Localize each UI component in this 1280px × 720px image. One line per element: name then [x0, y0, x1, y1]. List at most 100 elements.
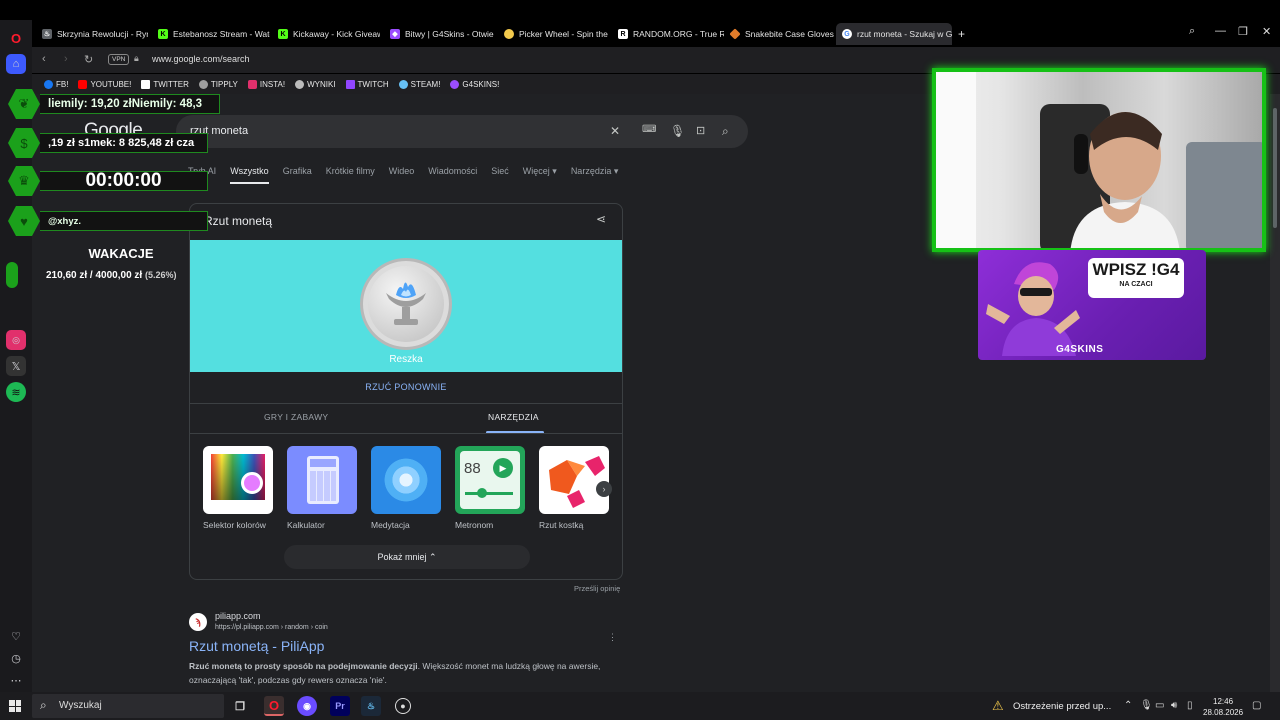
url-field[interactable]: www.google.com/search	[152, 54, 250, 64]
battery-icon[interactable]: ▯	[1187, 700, 1193, 711]
microphone-tray-icon[interactable]: 🎙︎	[1140, 700, 1153, 711]
tool-color-picker[interactable]: Selektor kolorów	[203, 446, 275, 530]
reload-icon[interactable]: ↻	[84, 53, 93, 66]
result-title-link[interactable]: Rzut monetą - PiliApp	[189, 638, 324, 654]
clear-icon[interactable]: ✕	[610, 124, 620, 138]
steam-taskbar-icon[interactable]: ♨	[361, 696, 381, 716]
nav-wiadomosci[interactable]: Wiadomości	[428, 166, 477, 182]
tab-google-search[interactable]: Grzut moneta - Szukaj w G	[836, 23, 952, 45]
result-more-icon[interactable]: ⋮	[608, 632, 617, 643]
coin-flip-card: Rzut monetą ⋖ Reszka RZUĆ PONOWNIE GRY I…	[189, 203, 623, 580]
result-url[interactable]: https://pl.piliapp.com › random › coin	[215, 624, 328, 631]
discord-icon[interactable]: ◉	[297, 696, 317, 716]
tool-label: Selektor kolorów	[203, 520, 266, 530]
taskbar-search[interactable]: ⌕ Wyszukaj	[32, 694, 224, 718]
task-view-icon[interactable]: ❐	[230, 696, 250, 716]
keyboard-icon[interactable]: ⌨	[642, 124, 656, 135]
instagram-icon[interactable]: ◎	[6, 330, 26, 350]
tab-random-org[interactable]: R RANDOM.ORG - True Ran	[612, 23, 724, 45]
bookmark-fb[interactable]: FB!	[44, 79, 68, 89]
tools-next-chevron-icon[interactable]: ›	[596, 481, 612, 497]
spotify-icon[interactable]: ≋	[6, 382, 26, 402]
tab-snakebite[interactable]: Snakebite Case Gloves - C	[724, 23, 836, 45]
back-icon[interactable]: ‹	[42, 53, 46, 65]
bookmark-insta[interactable]: INSTA!	[247, 79, 285, 89]
bookmark-steam[interactable]: STEAM!	[398, 79, 440, 89]
heart-icon[interactable]: ♡	[6, 626, 26, 646]
result-snippet: Rzuć monetą to prosty sposób na podejmow…	[189, 659, 619, 687]
history-icon[interactable]: ◷	[6, 648, 26, 668]
divider	[190, 403, 622, 404]
nav-narzedzia[interactable]: Narzędzia ▾	[571, 166, 619, 182]
opera-taskbar-icon[interactable]: O	[264, 696, 284, 716]
case-icon	[729, 28, 741, 40]
tool-metronome[interactable]: 88 ▶ Metronom	[455, 446, 527, 530]
vpn-badge[interactable]: VPN	[108, 54, 130, 65]
flip-again-button[interactable]: RZUĆ PONOWNIE	[190, 382, 622, 392]
tray-chevron-icon[interactable]: ⌃	[1124, 700, 1132, 711]
search-input[interactable]: rzut moneta ✕ ⌨ 🎙︎ ⊡ ⌕	[176, 115, 748, 148]
tipply-icon	[198, 79, 208, 89]
nav-krotkie-filmy[interactable]: Krótkie filmy	[326, 166, 375, 182]
search-icon[interactable]: ⌕	[722, 124, 729, 139]
bookmark-label: TIPPLY	[210, 79, 238, 89]
tab-g4skins[interactable]: ◆ Bitwy | G4Skins - Otwieraj	[384, 23, 494, 45]
tab-label: Estebanosz Stream - Watch	[173, 29, 270, 39]
network-icon[interactable]: ▭	[1155, 700, 1164, 711]
home-icon[interactable]: ⌂	[6, 54, 26, 74]
minimize-icon[interactable]: —	[1215, 25, 1226, 37]
share-icon[interactable]: ⋖	[596, 212, 606, 226]
bookmark-g4skins[interactable]: G4SKINS!	[450, 79, 499, 89]
promo-headline: WPISZ !G4	[1088, 258, 1184, 298]
lens-icon[interactable]: ⊡	[696, 124, 705, 137]
bookmark-wyniki[interactable]: WYNIKI	[295, 79, 336, 89]
tool-meditation[interactable]: Medytacja	[371, 446, 443, 530]
microphone-icon[interactable]: 🎙︎	[670, 124, 685, 138]
result-site-name[interactable]: piliapp.com	[215, 611, 261, 621]
tab-picker-wheel[interactable]: Picker Wheel - Spin the W	[498, 23, 610, 45]
coin-area[interactable]: Reszka	[190, 240, 622, 372]
restore-icon[interactable]: ❐	[1238, 25, 1248, 38]
bookmark-youtube[interactable]: YOUTUBE!	[78, 79, 131, 89]
piliapp-favicon-icon[interactable]: ϡ	[189, 613, 207, 631]
g4skins-icon: ◆	[390, 29, 400, 39]
scrollbar[interactable]	[1270, 94, 1280, 692]
tab-search-icon[interactable]: ⌕	[1189, 25, 1195, 38]
show-less-button[interactable]: Pokaż mniej ⌃	[284, 545, 530, 569]
tab-estebanosz[interactable]: K Estebanosz Stream - Watch	[152, 23, 270, 45]
obs-icon[interactable]: ●	[395, 698, 411, 714]
close-window-icon[interactable]: ✕	[1262, 25, 1271, 38]
nav-wiecej[interactable]: Więcej ▾	[523, 166, 557, 182]
search-icon: ⌕	[40, 698, 47, 712]
system-clock[interactable]: 12:46 28.08.2026	[1203, 696, 1243, 718]
windows-start-icon[interactable]	[9, 700, 21, 712]
tab-skrzynia[interactable]: ♨ Skrzynia Rewolucji - Rynek	[36, 23, 148, 45]
nav-siec[interactable]: Sieć	[491, 166, 509, 182]
opera-logo-icon[interactable]: O	[6, 28, 26, 48]
premiere-icon[interactable]: Pr	[330, 696, 350, 716]
warning-icon[interactable]: ⚠	[992, 698, 1004, 714]
bookmark-twitch[interactable]: TWITCH	[345, 79, 389, 89]
notifications-icon[interactable]: ▢	[1252, 700, 1261, 711]
nav-grafika[interactable]: Grafika	[283, 166, 312, 182]
nav-wideo[interactable]: Wideo	[389, 166, 415, 182]
lock-icon[interactable]: 🔒︎	[134, 53, 139, 64]
coin[interactable]	[360, 258, 452, 350]
tab-kickaway[interactable]: K Kickaway - Kick Giveaway	[272, 23, 380, 45]
overlay-top-donor-bar: ,19 zł s1mek: 8 825,48 zł cza	[40, 133, 208, 153]
volume-icon[interactable]: 🔊︎	[1171, 700, 1177, 711]
tab-tools[interactable]: NARZĘDZIA	[488, 412, 539, 422]
warning-notification[interactable]: Ostrzeżenie przed up...	[1013, 701, 1111, 712]
forward-icon[interactable]: ›	[64, 53, 68, 65]
bookmark-twitter[interactable]: TWITTER	[141, 79, 189, 89]
x-twitter-icon[interactable]: 𝕏	[6, 356, 26, 376]
twitch-icon	[345, 79, 355, 89]
nav-wszystko[interactable]: Wszystko	[230, 166, 269, 184]
tab-games[interactable]: GRY I ZABAWY	[264, 412, 328, 422]
feedback-link[interactable]: Prześlij opinię	[574, 584, 620, 593]
new-tab-button[interactable]: +	[952, 23, 972, 45]
bookmark-tipply[interactable]: TIPPLY	[198, 79, 238, 89]
tool-calculator[interactable]: Kalkulator	[287, 446, 359, 530]
more-icon[interactable]: ⋯	[6, 670, 26, 690]
facebook-icon	[44, 79, 53, 89]
